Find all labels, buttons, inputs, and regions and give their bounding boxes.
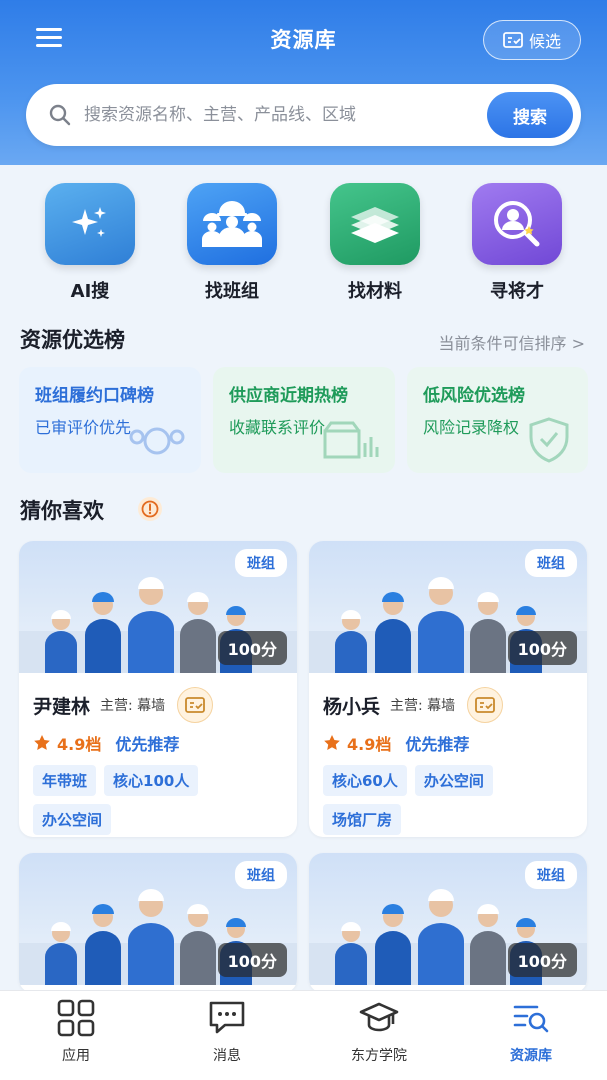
quick-find-materials[interactable]: 找材料 — [315, 183, 435, 303]
card-tag: 场馆厂房 — [323, 804, 402, 835]
search-icon — [49, 104, 71, 126]
card-tag: 核心60人 — [323, 765, 407, 796]
nav-label: 消息 — [213, 1048, 241, 1064]
search-button[interactable]: 搜索 — [487, 92, 573, 138]
card-tag: 核心100人 — [104, 765, 199, 796]
card-type-badge: 班组 — [235, 861, 287, 889]
quick-actions: AI搜 找班组 找材料 寻将才 — [0, 183, 607, 303]
nav-label: 资源库 — [510, 1048, 552, 1064]
card-type-badge: 班组 — [235, 549, 287, 577]
quick-find-team[interactable]: 找班组 — [172, 183, 292, 303]
card-score: 100分 — [217, 631, 287, 665]
card-name: 尹建林 — [33, 695, 91, 718]
ranking-title: 资源优选榜 — [20, 328, 125, 352]
card-main-business: 主营: 幕墙 — [100, 698, 166, 714]
card-type-badge: 班组 — [525, 861, 577, 889]
quick-ai-search[interactable]: AI搜 — [30, 183, 150, 303]
checklist-icon — [503, 32, 523, 48]
info-icon[interactable] — [138, 497, 162, 521]
card-score: 100分 — [507, 943, 577, 977]
star-icon — [34, 735, 50, 750]
nav-item-apps[interactable]: 应用 — [16, 999, 136, 1065]
quick-find-talent[interactable]: 寻将才 — [457, 183, 577, 303]
card-tag: 办公空间 — [33, 804, 112, 835]
resource-library-icon — [513, 1005, 549, 1033]
rank-card-supplier[interactable]: 供应商近期热榜 收藏联系评价 — [213, 367, 395, 473]
quick-label: 找班组 — [205, 281, 259, 302]
nav-item-messages[interactable]: 消息 — [167, 999, 287, 1065]
card-rating: 4.9档 — [347, 735, 392, 754]
card-priority: 优先推荐 — [405, 735, 470, 754]
card-priority: 优先推荐 — [115, 735, 180, 754]
card-main-business: 主营: 幕墙 — [390, 698, 456, 714]
team-photo: 班组 100分 — [19, 541, 297, 673]
quick-label: 找材料 — [348, 281, 402, 302]
rank-card-title: 低风险优选榜 — [423, 386, 525, 406]
recommend-title: 猜你喜欢 — [20, 499, 104, 523]
star-icon — [324, 735, 340, 750]
nav-item-academy[interactable]: 东方学院 — [319, 999, 439, 1065]
header: 资源库 候选 搜索 — [0, 0, 607, 165]
bottom-nav: 应用 消息 东方学院 资源库 — [0, 990, 607, 1080]
card-tag: 办公空间 — [414, 765, 493, 796]
talent-search-icon — [472, 183, 562, 265]
team-photo: 班组 100分 — [309, 853, 587, 985]
resource-card[interactable]: 班组 100分 — [309, 853, 587, 993]
nav-item-resource-library[interactable]: 资源库 — [471, 999, 591, 1065]
card-score: 100分 — [507, 631, 577, 665]
nav-label: 东方学院 — [351, 1048, 407, 1064]
candidate-button[interactable]: 候选 — [483, 20, 581, 60]
card-tag: 年带班 — [33, 765, 97, 796]
card-type-badge: 班组 — [525, 549, 577, 577]
graduation-cap-icon — [359, 1002, 399, 1032]
message-icon — [209, 1001, 245, 1034]
card-rating: 4.9档 — [57, 735, 102, 754]
resource-card[interactable]: 班组 100分 尹建林 主营: 幕墙 4.9档 优先推荐 年带班 核心100人 … — [19, 541, 297, 837]
search-input[interactable] — [84, 105, 487, 125]
certificate-icon — [467, 687, 504, 723]
quick-label: AI搜 — [70, 281, 110, 302]
search-bar: 搜索 — [26, 84, 581, 146]
materials-icon — [330, 183, 420, 265]
team-watermark-icon — [129, 427, 185, 455]
resource-card[interactable]: 班组 100分 — [19, 853, 297, 993]
ranking-more-link[interactable]: 当前条件可信排序 > — [439, 330, 586, 354]
team-photo: 班组 100分 — [309, 541, 587, 673]
workers-icon — [187, 183, 277, 265]
certificate-icon — [177, 687, 214, 723]
resource-card[interactable]: 班组 100分 杨小兵 主营: 幕墙 4.9档 优先推荐 核心60人 办公空间 … — [309, 541, 587, 837]
sparkle-icon — [45, 183, 135, 265]
rank-card-low-risk[interactable]: 低风险优选榜 风险记录降权 — [407, 367, 588, 473]
card-name: 杨小兵 — [323, 695, 381, 718]
team-photo: 班组 100分 — [19, 853, 297, 985]
quick-label: 寻将才 — [490, 281, 544, 302]
card-score: 100分 — [217, 943, 287, 977]
grid-icon — [57, 999, 95, 1037]
rank-card-team[interactable]: 班组履约口碑榜 已审评价优先 — [19, 367, 201, 473]
rank-card-title: 班组履约口碑榜 — [35, 386, 154, 406]
nav-label: 应用 — [62, 1048, 90, 1064]
candidate-label: 候选 — [528, 32, 561, 51]
store-watermark-icon — [323, 421, 379, 459]
rank-card-title: 供应商近期热榜 — [229, 386, 348, 406]
shield-watermark-icon — [529, 417, 569, 463]
